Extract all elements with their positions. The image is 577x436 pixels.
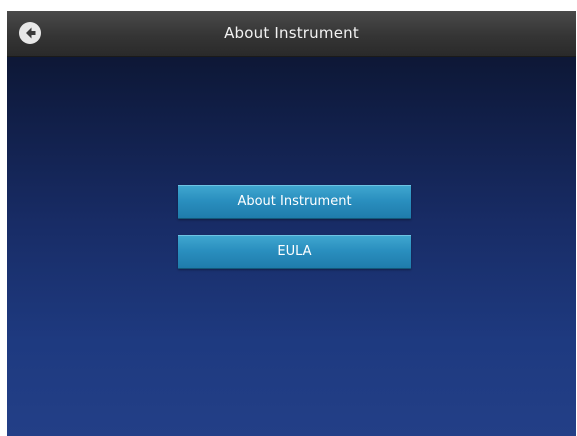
eula-button[interactable]: EULA [178,235,411,269]
title-bar: About Instrument [7,11,576,57]
instrument-screen: About Instrument About Instrument EULA [7,11,576,436]
about-instrument-button[interactable]: About Instrument [178,185,411,219]
page-title: About Instrument [224,24,359,42]
